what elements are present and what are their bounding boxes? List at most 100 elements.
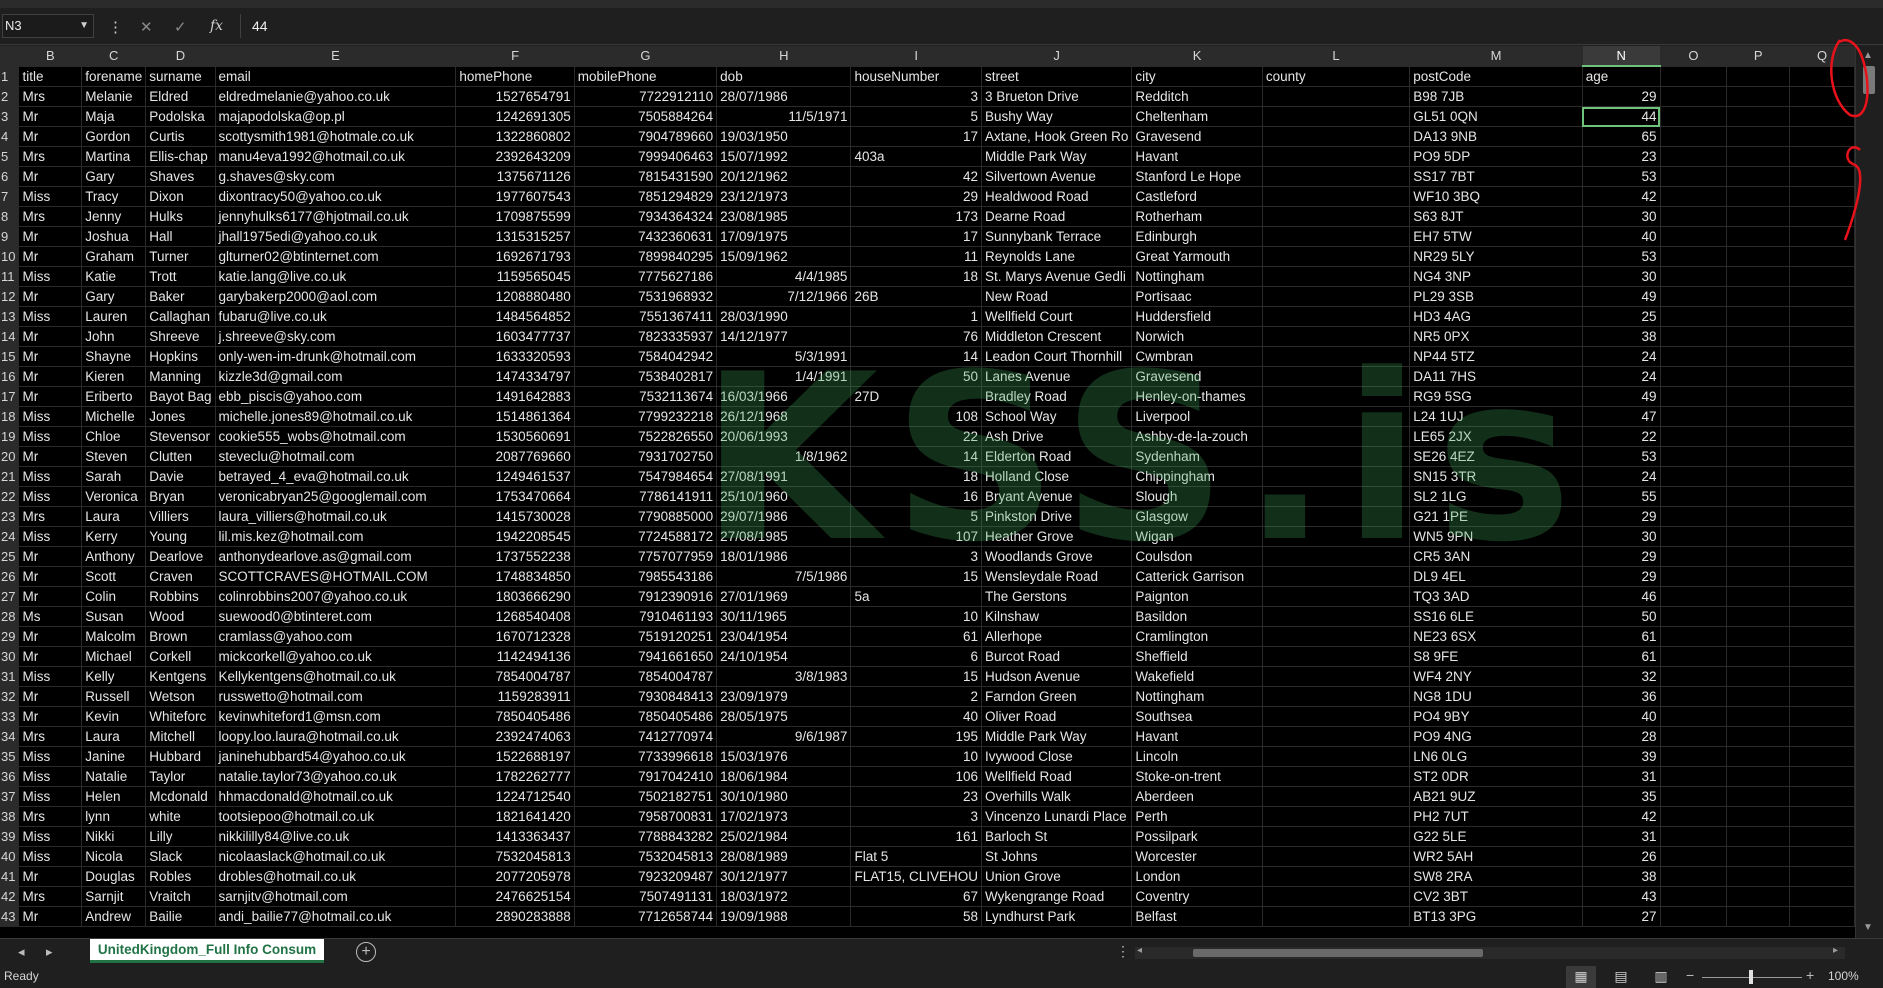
cell[interactable]: jhall1975edi@yahoo.co.uk — [215, 226, 457, 247]
cell[interactable]: NP44 5TZ — [1409, 346, 1583, 367]
column-header-l[interactable]: L — [1262, 46, 1411, 67]
cell[interactable]: PH2 7UT — [1409, 806, 1583, 827]
cell[interactable] — [1660, 226, 1728, 247]
cell[interactable]: Trott — [145, 266, 216, 287]
scroll-left-icon[interactable]: ◂ — [1137, 945, 1142, 956]
cell[interactable]: NG4 3NP — [1409, 266, 1583, 287]
cell[interactable]: Mrs — [18, 886, 83, 907]
cell[interactable]: Mr — [18, 126, 83, 147]
cell[interactable]: 161 — [850, 826, 982, 847]
cell[interactable]: Barloch St — [981, 826, 1133, 847]
cell[interactable] — [1660, 106, 1728, 127]
scroll-up-icon[interactable]: ▲ — [1863, 50, 1873, 61]
cell[interactable] — [1262, 386, 1411, 407]
cell[interactable]: Jones — [145, 406, 216, 427]
cell[interactable]: Hubbard — [145, 746, 216, 767]
cell[interactable]: Gordon — [81, 126, 147, 147]
cell[interactable]: Mr — [18, 106, 83, 127]
cell[interactable]: 1242691305 — [455, 106, 575, 127]
cell[interactable]: Shayne — [81, 346, 147, 367]
cell[interactable]: 14 — [850, 446, 982, 467]
cell[interactable]: houseNumber — [850, 66, 982, 87]
cell[interactable] — [1262, 406, 1411, 427]
cell[interactable]: email — [215, 66, 457, 87]
row-header[interactable]: 35 — [0, 746, 20, 767]
cell[interactable] — [1789, 66, 1855, 87]
cell[interactable]: Eldred — [145, 86, 216, 107]
cell[interactable]: Mr — [18, 866, 83, 887]
cell[interactable] — [1262, 306, 1411, 327]
cell[interactable]: 7788843282 — [574, 826, 718, 847]
cell[interactable]: PO9 4NG — [1409, 726, 1583, 747]
cell[interactable]: Chloe — [81, 426, 147, 447]
cell[interactable]: John — [81, 326, 147, 347]
cell[interactable] — [1262, 646, 1411, 667]
cell[interactable]: Holland Close — [981, 466, 1133, 487]
cell[interactable]: 35 — [1582, 786, 1661, 807]
row-header[interactable]: 12 — [0, 286, 20, 307]
cell[interactable] — [1262, 86, 1411, 107]
cell[interactable]: 36 — [1582, 686, 1661, 707]
cell[interactable] — [1726, 906, 1791, 927]
cell[interactable] — [1660, 686, 1728, 707]
cell[interactable]: Worcester — [1131, 846, 1263, 867]
cell[interactable]: Belfast — [1131, 906, 1263, 927]
row-header[interactable]: 38 — [0, 806, 20, 827]
cell[interactable]: Sheffield — [1131, 646, 1263, 667]
cell[interactable]: 7519120251 — [574, 626, 718, 647]
cell[interactable]: 7799232218 — [574, 406, 718, 427]
cell[interactable]: Gary — [81, 166, 147, 187]
cell[interactable]: New Road — [981, 286, 1133, 307]
cell[interactable]: 50 — [1582, 606, 1661, 627]
cell[interactable]: Ivywood Close — [981, 746, 1133, 767]
cell[interactable]: 7547984654 — [574, 466, 718, 487]
cell[interactable] — [1660, 906, 1728, 927]
cell[interactable]: Mcdonald — [145, 786, 216, 807]
cell[interactable] — [1726, 426, 1791, 447]
cell[interactable]: 3 — [850, 546, 982, 567]
cell[interactable] — [1726, 466, 1791, 487]
cell[interactable]: Sunnybank Terrace — [981, 226, 1133, 247]
row-header[interactable]: 31 — [0, 666, 20, 687]
cell[interactable] — [1660, 586, 1728, 607]
cell[interactable]: Southsea — [1131, 706, 1263, 727]
cell[interactable] — [1660, 646, 1728, 667]
cell[interactable] — [1262, 766, 1411, 787]
cell[interactable]: 49 — [1582, 386, 1661, 407]
cell[interactable]: 2077205978 — [455, 866, 575, 887]
cell[interactable] — [1262, 426, 1411, 447]
cell[interactable]: 1322860802 — [455, 126, 575, 147]
cell[interactable] — [1789, 606, 1855, 627]
column-header-m[interactable]: M — [1409, 46, 1583, 67]
cell[interactable]: Jenny — [81, 206, 147, 227]
cell[interactable]: PL29 3SB — [1409, 286, 1583, 307]
cell[interactable]: 28/08/1989 — [716, 846, 852, 867]
cell[interactable]: 7999406463 — [574, 146, 718, 167]
cell[interactable]: Oliver Road — [981, 706, 1133, 727]
cell[interactable]: Liverpool — [1131, 406, 1263, 427]
cell[interactable]: WF4 2NY — [1409, 666, 1583, 687]
cell[interactable]: 39 — [1582, 746, 1661, 767]
cell[interactable]: 14/12/1977 — [716, 326, 852, 347]
cell[interactable] — [1262, 706, 1411, 727]
cell[interactable]: Slough — [1131, 486, 1263, 507]
cell[interactable]: Miss — [18, 186, 83, 207]
cell[interactable]: Taylor — [145, 766, 216, 787]
cell[interactable]: Clutten — [145, 446, 216, 467]
cell[interactable]: GL51 0QN — [1409, 106, 1583, 127]
cell[interactable]: 7502182751 — [574, 786, 718, 807]
cell[interactable]: 10 — [850, 606, 982, 627]
cell[interactable]: 7432360631 — [574, 226, 718, 247]
cell[interactable] — [1262, 346, 1411, 367]
cell[interactable]: Mr — [18, 366, 83, 387]
cell[interactable]: 6 — [850, 646, 982, 667]
cell[interactable]: Mr — [18, 646, 83, 667]
cell[interactable]: 27/01/1969 — [716, 586, 852, 607]
cell[interactable] — [1789, 466, 1855, 487]
cell[interactable] — [1726, 446, 1791, 467]
cell[interactable]: WF10 3BQ — [1409, 186, 1583, 207]
cell[interactable] — [1262, 566, 1411, 587]
cell[interactable]: Wykengrange Road — [981, 886, 1133, 907]
cell[interactable]: Dearne Road — [981, 206, 1133, 227]
cell[interactable]: 29 — [1582, 506, 1661, 527]
